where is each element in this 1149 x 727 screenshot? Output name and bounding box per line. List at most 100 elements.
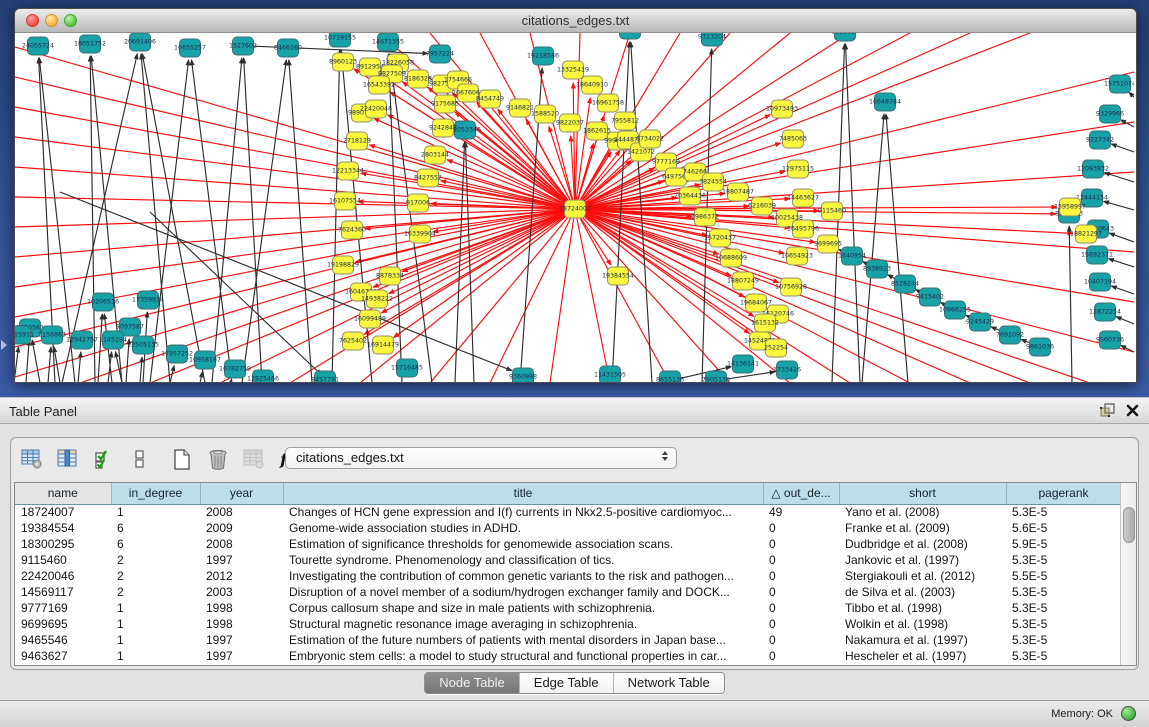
table-cell[interactable]: 5.3E-5 [1006,584,1121,600]
table-cell[interactable]: 49 [763,504,839,520]
delete-column-button[interactable] [205,445,231,473]
table-cell[interactable]: 9115460 [15,552,111,568]
table-cell[interactable]: Estimation of the future numbers of pati… [283,632,763,648]
table-cell[interactable]: Disruption of a novel member of a sodium… [283,584,763,600]
float-panel-icon[interactable] [1099,402,1116,418]
table-row[interactable]: 946362711997Embryonic stem cells: a mode… [15,648,1121,664]
table-cell[interactable]: 0 [763,536,839,552]
table-row[interactable]: 969969511998Structural magnetic resonanc… [15,616,1121,632]
table-cell[interactable]: 5.5E-5 [1006,568,1121,584]
network-canvas-container[interactable]: 2405572418051752206914061065525715276028… [15,33,1136,382]
table-cell[interactable]: 1 [111,648,200,664]
table-cell[interactable]: 2 [111,584,200,600]
table-cell[interactable]: Estimation of significance thresholds fo… [283,536,763,552]
tab-network-table[interactable]: Network Table [614,673,724,693]
table-cell[interactable]: 9699695 [15,616,111,632]
column-header-short[interactable]: short [839,483,1006,504]
network-file-select[interactable]: citations_edges.txt [285,447,677,469]
table-cell[interactable]: Nakamura et al. (1997) [839,632,1006,648]
table-cell[interactable]: Structural magnetic resonance image aver… [283,616,763,632]
fit-columns-button[interactable] [55,445,81,473]
table-cell[interactable]: 0 [763,648,839,664]
table-cell[interactable]: 0 [763,520,839,536]
table-cell[interactable]: 1998 [200,616,283,632]
table-row[interactable]: 946554611997Estimation of the future num… [15,632,1121,648]
table-cell[interactable]: 9463627 [15,648,111,664]
table-cell[interactable]: 1997 [200,552,283,568]
table-cell[interactable]: Genome-wide association studies in ADHD. [283,520,763,536]
graph-node[interactable] [620,33,641,39]
table-cell[interactable]: Dudbridge et al. (2008) [839,536,1006,552]
table-cell[interactable]: 0 [763,568,839,584]
table-cell[interactable]: 0 [763,552,839,568]
table-row[interactable]: 2242004622012Investigating the contribut… [15,568,1121,584]
network-window-titlebar[interactable]: citations_edges.txt [15,9,1136,33]
table-cell[interactable]: 5.3E-5 [1006,648,1121,664]
table-cell[interactable]: 9777169 [15,600,111,616]
table-cell[interactable]: 22420046 [15,568,111,584]
table-cell[interactable]: Investigating the contribution of common… [283,568,763,584]
table-cell[interactable]: 2009 [200,520,283,536]
column-header-year[interactable]: year [200,483,283,504]
table-cell[interactable]: 1997 [200,648,283,664]
column-header-title[interactable]: title [283,483,763,504]
table-row[interactable]: 911546021997Tourette syndrome. Phenomeno… [15,552,1121,568]
tab-node-table[interactable]: Node Table [425,673,520,693]
network-window[interactable]: citations_edges.txt 24055724180517522069… [14,8,1137,383]
table-cell[interactable]: 0 [763,600,839,616]
table-cell[interactable]: Stergiakouli et al. (2012) [839,568,1006,584]
table-cell[interactable]: 19384554 [15,520,111,536]
table-cell[interactable]: 6 [111,536,200,552]
table-cell[interactable]: 2 [111,568,200,584]
table-cell[interactable]: 1 [111,616,200,632]
table-cell[interactable]: 1997 [200,632,283,648]
table-cell[interactable]: 1 [111,504,200,520]
table-cell[interactable]: Embryonic stem cells: a model to study s… [283,648,763,664]
table-cell[interactable]: Wolkin et al. (1998) [839,616,1006,632]
table-cell[interactable]: Tourette syndrome. Phenomenology and cla… [283,552,763,568]
table-cell[interactable]: 18300295 [15,536,111,552]
table-cell[interactable]: 6 [111,520,200,536]
table-row[interactable]: 1938455462009Genome-wide association stu… [15,520,1121,536]
table-cell[interactable]: Corpus callosum shape and size in male p… [283,600,763,616]
table-cell[interactable]: 5.6E-5 [1006,520,1121,536]
table-cell[interactable]: 0 [763,616,839,632]
table-cell[interactable]: Tibbo et al. (1998) [839,600,1006,616]
panel-collapse-arrow-icon[interactable] [1,340,7,350]
row-options-button[interactable] [127,445,153,473]
memory-status-icon[interactable] [1121,706,1136,721]
table-cell[interactable]: 2008 [200,536,283,552]
column-header-pagerank[interactable]: pagerank [1006,483,1121,504]
column-header-name[interactable]: name [15,483,111,504]
table-cell[interactable]: Changes of HCN gene expression and I(f) … [283,504,763,520]
table-cell[interactable]: 2 [111,552,200,568]
close-panel-icon[interactable] [1126,404,1139,417]
table-cell[interactable]: 2012 [200,568,283,584]
table-cell[interactable]: 18724007 [15,504,111,520]
table-cell[interactable]: 1998 [200,600,283,616]
select-columns-button[interactable] [91,445,117,473]
table-scrollbar-thumb[interactable] [1123,507,1135,543]
column-visibility-button[interactable] [19,445,45,473]
table-cell[interactable]: 0 [763,632,839,648]
table-scrollbar[interactable] [1120,483,1136,665]
table-cell[interactable]: de Silva et al. (2003) [839,584,1006,600]
create-column-button[interactable] [169,445,195,473]
table-cell[interactable]: 1 [111,632,200,648]
column-header-in-degree[interactable]: in_degree [111,483,200,504]
table-row[interactable]: 1830029562008Estimation of significance … [15,536,1121,552]
table-panel-titlebar[interactable]: Table Panel [0,397,1149,424]
network-canvas[interactable]: 2405572418051752206914061065525715276028… [15,33,1134,382]
table-cell[interactable]: 5.9E-5 [1006,536,1121,552]
column-header-out-degree[interactable]: △ out_de... [763,483,839,504]
table-cell[interactable]: 9465546 [15,632,111,648]
table-cell[interactable]: Yano et al. (2008) [839,504,1006,520]
import-table-button[interactable] [241,445,267,473]
table-cell[interactable]: 0 [763,584,839,600]
table-cell[interactable]: 14569117 [15,584,111,600]
table-cell[interactable]: Jankovic et al. (1997) [839,552,1006,568]
table-cell[interactable]: Hescheler et al. (1997) [839,648,1006,664]
table-row[interactable]: 977716911998Corpus callosum shape and si… [15,600,1121,616]
table-cell[interactable]: Franke et al. (2009) [839,520,1006,536]
table-cell[interactable]: 5.3E-5 [1006,552,1121,568]
